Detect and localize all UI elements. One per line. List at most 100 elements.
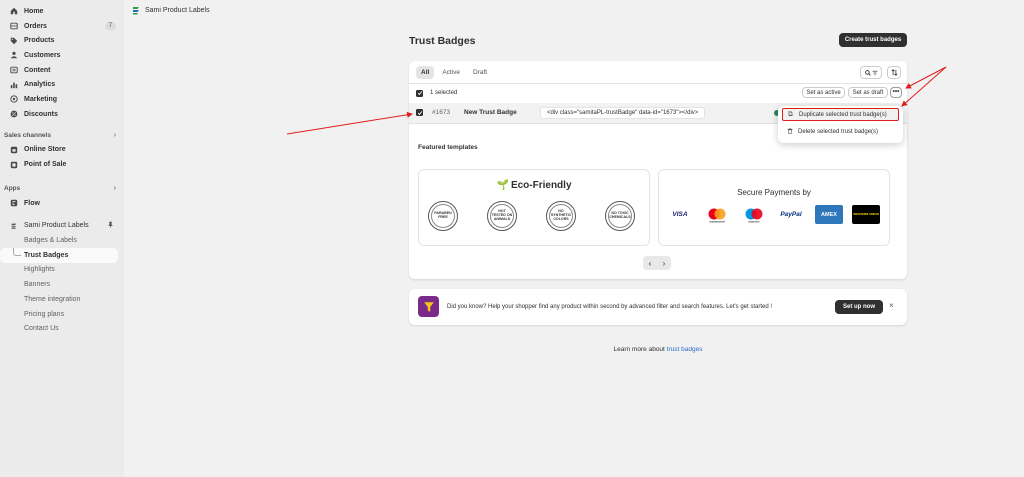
badge-id: #1673 [432, 109, 451, 116]
badge-name[interactable]: New Trust Badge [464, 109, 517, 116]
set-as-draft-button[interactable]: Set as draft [848, 87, 888, 98]
eco-title-text: Eco-Friendly [510, 180, 572, 191]
discount-icon [10, 110, 18, 118]
prev-page-button[interactable]: ‹ [649, 259, 652, 268]
sidebar-sub-contact-us[interactable]: Contact Us [0, 321, 124, 336]
orders-count-badge: 7 [104, 22, 116, 31]
sidebar-sub-trust-badges[interactable]: Trust Badges [0, 247, 118, 263]
arrow-to-more-button [905, 66, 947, 89]
app-title-bar: Sami Product Labels [132, 4, 210, 16]
divider [409, 83, 907, 84]
set-up-now-button[interactable]: Set up now [835, 300, 883, 314]
paypal-logo: PayPal [777, 205, 805, 224]
tab-all[interactable]: All [416, 66, 435, 79]
delete-trust-badges-menu-item[interactable]: Delete selected trust badge(s) [782, 125, 899, 138]
next-page-button[interactable]: › [663, 259, 666, 268]
sidebar-item-sami-product-labels[interactable]: Sami Product Labels [0, 219, 124, 234]
arrow-to-duplicate-item [901, 66, 947, 107]
sidebar-item-label: Home [24, 7, 44, 15]
sidebar-sub-label: Trust Badges [24, 251, 69, 259]
secure-payments-title: Secure Payments by [737, 188, 811, 197]
sidebar-item-marketing[interactable]: Marketing [0, 92, 124, 107]
store-icon [10, 146, 18, 154]
sort-button[interactable] [887, 66, 901, 79]
learn-more-text: Learn more about trust badges [0, 346, 1024, 353]
mastercard-logo: mastercard [703, 205, 731, 224]
sidebar-item-customers[interactable]: Customers [0, 48, 124, 63]
more-actions-menu: ⧉ Duplicate selected trust badge(s) Dele… [778, 106, 903, 143]
apps-label: Apps [4, 185, 21, 193]
tab-draft[interactable]: Draft [468, 66, 492, 79]
sidebar-sub-highlights[interactable]: Highlights [0, 263, 124, 278]
sidebar-sub-pricing-plans[interactable]: Pricing plans [0, 307, 124, 322]
banner-message: Did you know? Help your shopper find any… [447, 304, 772, 310]
no-synthetic-colors-badge-text: NO SYNTHETIC COLORS [550, 209, 572, 221]
funnel-filter-icon [418, 296, 439, 317]
flow-icon [10, 199, 18, 207]
not-tested-on-animals-badge-text: NOT TESTED ON ANIMALS [491, 209, 513, 221]
search-icon [864, 69, 871, 76]
bulk-selection-row: 1 selected [416, 88, 457, 98]
page-title: Trust Badges [409, 35, 476, 47]
sidebar-item-label: Flow [24, 199, 40, 207]
sidebar-item-flow[interactable]: Flow [0, 196, 124, 211]
check-icon [417, 91, 422, 96]
filter-tabs: All Active Draft [416, 66, 492, 79]
western-union-logo: WESTERN UNION [852, 205, 880, 224]
sidebar-item-discounts[interactable]: Discounts [0, 107, 124, 122]
eco-friendly-template[interactable]: 🌱 Eco-Friendly PARABEN FREE NOT TESTED ON… [418, 169, 650, 246]
featured-templates-title: Featured templates [418, 144, 478, 151]
template-pager: ‹ › [643, 256, 671, 270]
chevron-right-icon: › [113, 185, 116, 193]
duplicate-trust-badges-menu-item[interactable]: ⧉ Duplicate selected trust badge(s) [782, 108, 899, 121]
tab-active[interactable]: Active [437, 66, 465, 79]
sidebar-item-label: Orders [24, 22, 47, 30]
search-filter-button[interactable] [860, 66, 882, 79]
sidebar-item-products[interactable]: Products [0, 33, 124, 48]
row-checkbox[interactable] [416, 109, 423, 116]
tree-connector [13, 247, 21, 256]
create-trust-badges-button[interactable]: Create trust badges [839, 33, 907, 47]
orders-icon [10, 22, 18, 30]
sidebar-item-label: Discounts [24, 110, 58, 118]
sidebar-item-label: Customers [24, 51, 61, 59]
mastercard-logo-text: mastercard [709, 219, 724, 223]
embed-code[interactable]: <div class="samitaPL-trustBadge" data-id… [540, 107, 706, 119]
sidebar-item-analytics[interactable]: Analytics [0, 77, 124, 92]
sidebar-sub-badges-labels[interactable]: Badges & Labels [0, 233, 124, 248]
sidebar-item-label: Analytics [24, 81, 56, 89]
trust-badges-link[interactable]: trust badges [667, 346, 703, 353]
sidebar-item-home[interactable]: Home [0, 4, 124, 19]
more-actions-button[interactable]: ••• [890, 87, 902, 98]
pos-icon [10, 161, 18, 169]
set-as-active-button[interactable]: Set as active [802, 87, 845, 98]
sidebar-item-label: Content [24, 66, 51, 74]
sidebar-item-online-store[interactable]: Online Store [0, 143, 124, 158]
pin-icon[interactable] [107, 221, 114, 230]
sidebar-item-orders[interactable]: Orders 7 [0, 19, 124, 34]
select-all-checkbox[interactable] [416, 89, 423, 97]
sidebar-item-point-of-sale[interactable]: Point of Sale [0, 157, 124, 172]
secure-payments-template[interactable]: Secure Payments by VISA mastercard maest… [658, 169, 890, 246]
duplicate-icon: ⧉ [788, 110, 793, 118]
learn-more-prefix: Learn more about [613, 346, 665, 353]
paraben-free-badge: PARABEN FREE [428, 201, 458, 231]
no-toxic-chemicals-badge: NO TOXIC CHEMICALS [605, 201, 635, 231]
sort-icon [890, 69, 898, 76]
close-icon[interactable]: × [889, 301, 894, 310]
promo-banner: Did you know? Help your shopper find any… [409, 289, 907, 325]
chart-icon [10, 81, 18, 89]
selected-count-text: 1 selected [430, 90, 458, 96]
arrow-to-row-checkbox [286, 111, 413, 135]
sidebar-item-content[interactable]: Content [0, 63, 124, 78]
sidebar-item-label: Marketing [24, 95, 58, 103]
apps-header[interactable]: Apps › [0, 182, 124, 196]
sidebar-sub-theme-integration[interactable]: Theme integration [0, 292, 124, 307]
sidebar-sub-banners[interactable]: Banners [0, 277, 124, 292]
sales-channels-header[interactable]: Sales channels › [0, 129, 124, 143]
sami-logo-icon [10, 222, 18, 230]
sidebar-sub-label: Banners [24, 281, 51, 289]
sidebar-sub-label: Highlights [24, 266, 55, 274]
not-tested-on-animals-badge: NOT TESTED ON ANIMALS [487, 201, 517, 231]
sidebar-item-label: Online Store [24, 146, 66, 154]
